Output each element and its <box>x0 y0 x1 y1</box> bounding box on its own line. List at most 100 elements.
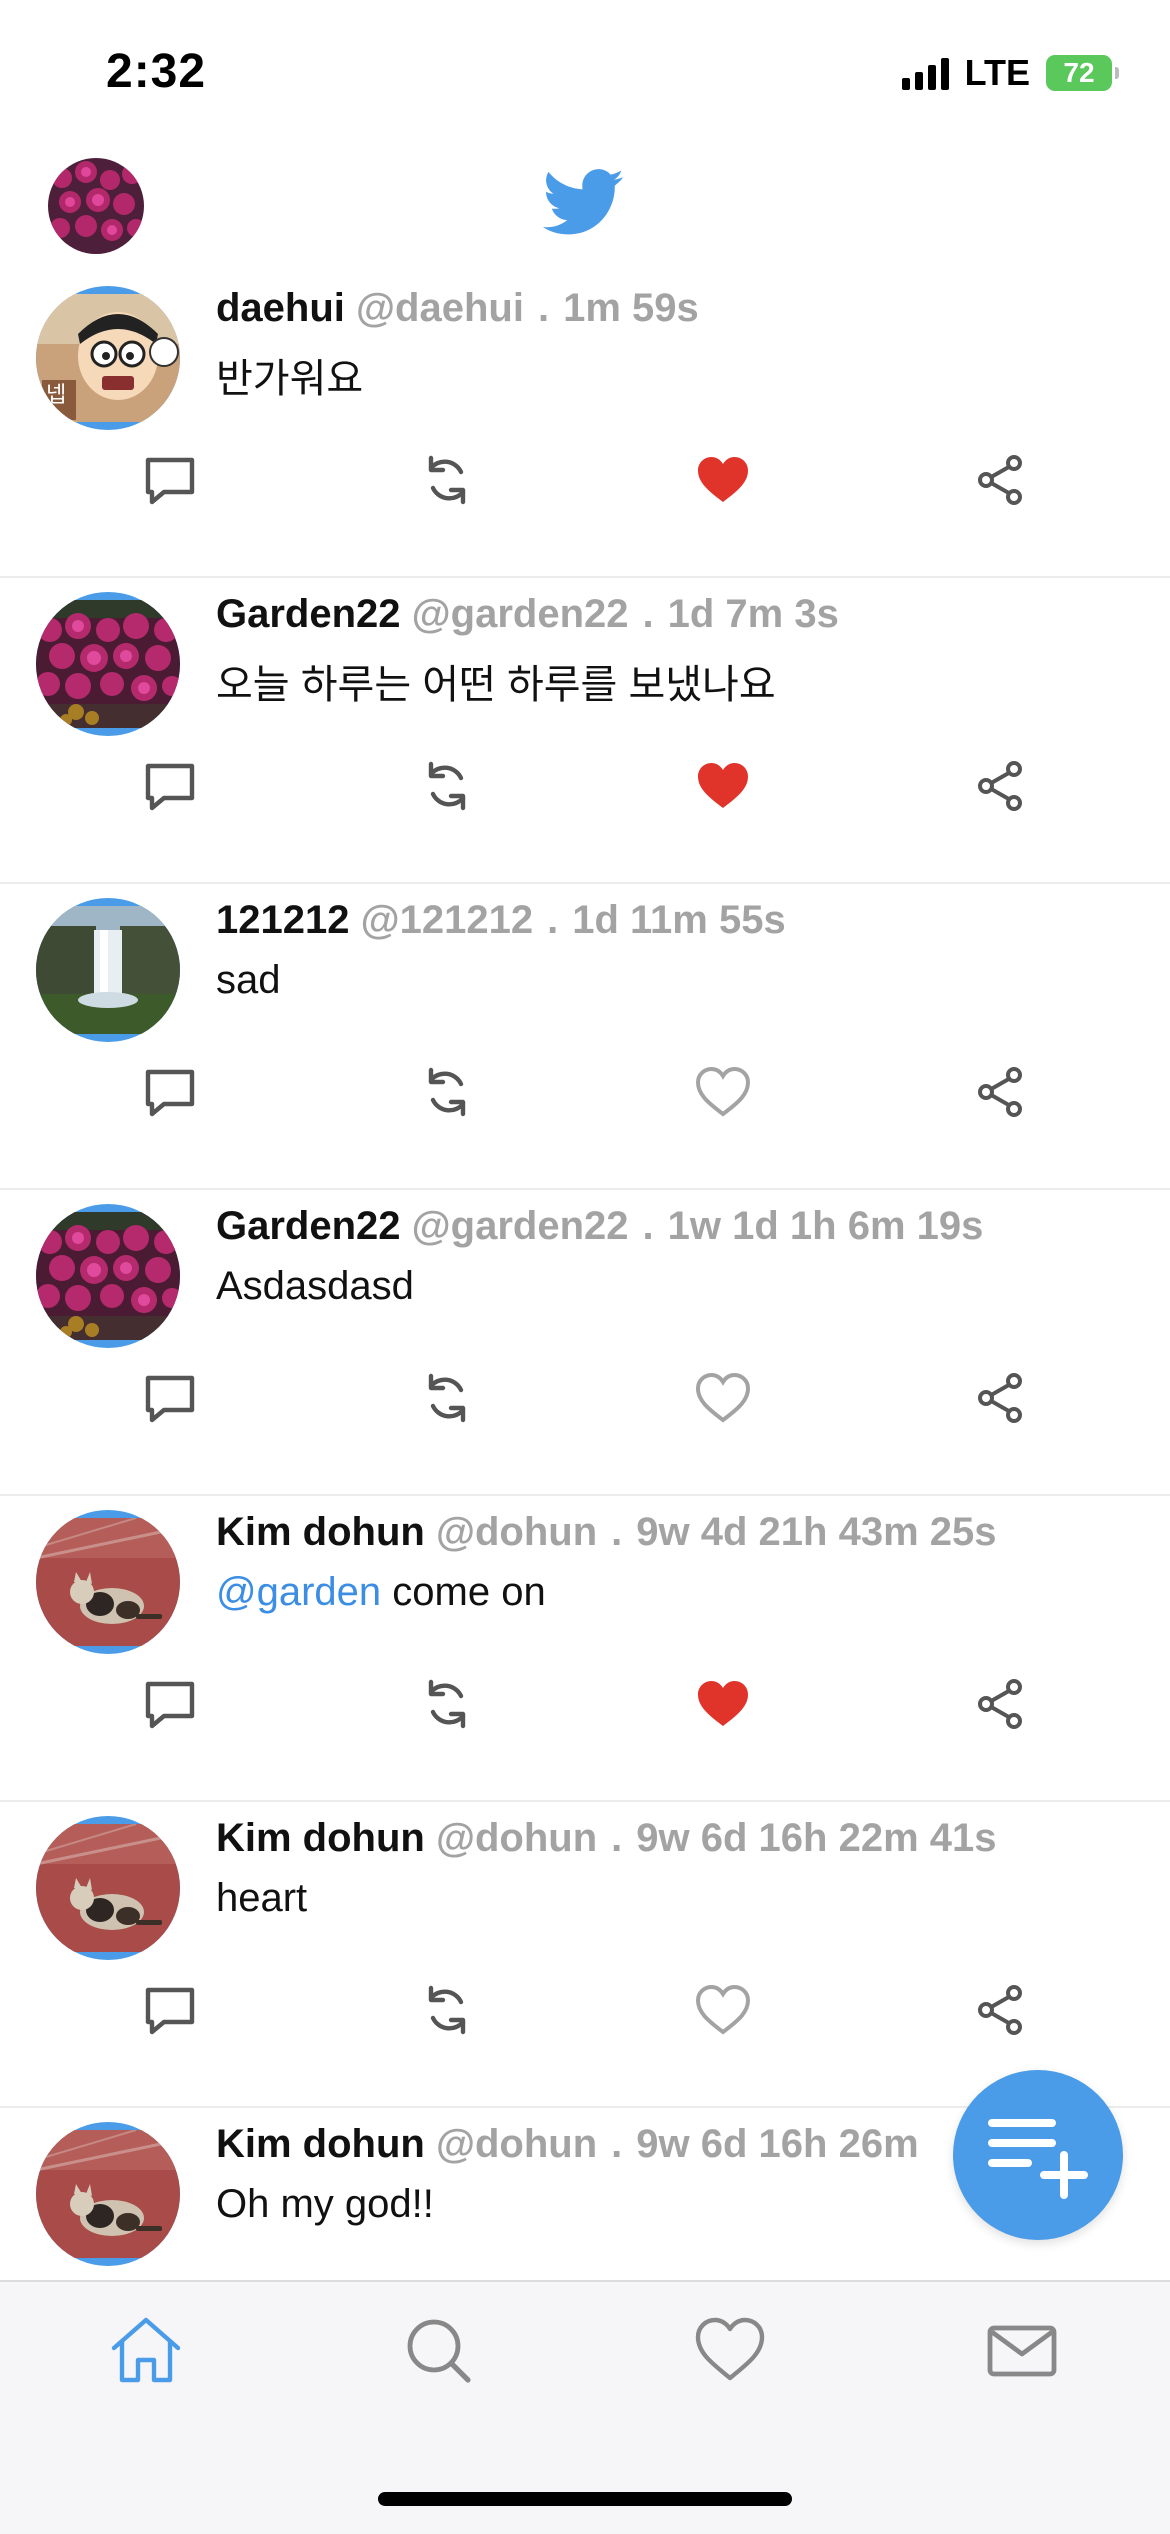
meta-separator: . <box>611 2122 623 2166</box>
user-name[interactable]: Garden22 <box>216 1204 401 1248</box>
share-button[interactable] <box>970 1368 1030 1428</box>
tab-home[interactable] <box>106 2310 186 2390</box>
user-name[interactable]: daehui <box>216 286 345 330</box>
like-button[interactable] <box>693 450 753 510</box>
retweet-icon <box>428 761 466 811</box>
tweet-item[interactable]: Kim dohun @dohun. 9w 4d 21h 43m 25s @garde… <box>0 1494 1170 1802</box>
tweet-text-content: 오늘 하루는 어떤 하루를 보냈나요 <box>216 663 776 707</box>
tweet-actions <box>0 1062 1170 1122</box>
like-button[interactable] <box>693 1674 753 1734</box>
battery-level: 72 <box>1063 57 1095 88</box>
tweet-text-content: heart <box>216 1876 308 1920</box>
tweet-feed[interactable]: 넵 daehui @daehui. 1m 59s 반가워요 Garden22 @gard… <box>0 270 1170 2266</box>
tweet-timestamp: 1w 1d 1h 6m 19s <box>667 1204 984 1248</box>
tweet-item[interactable]: Garden22 @garden22. 1d 7m 3s 오늘 하루는 어떤 하루를… <box>0 576 1170 884</box>
tab-messages[interactable] <box>982 2310 1062 2390</box>
heart-filled-icon <box>698 763 748 808</box>
user-name[interactable]: 121212 <box>216 898 349 942</box>
mention-link[interactable]: @garden <box>216 1570 381 1614</box>
tweet-actions <box>0 1674 1170 1734</box>
retweet-icon <box>428 1985 466 2035</box>
retweet-button[interactable] <box>417 1674 477 1734</box>
network-type: LTE <box>964 52 1030 93</box>
tweet-header: Garden22 @garden22. 1d 7m 3s <box>216 592 839 637</box>
retweet-button[interactable] <box>417 450 477 510</box>
meta-separator: . <box>642 1204 654 1248</box>
share-button[interactable] <box>970 1674 1030 1734</box>
compose-tweet-button[interactable] <box>953 2070 1123 2240</box>
twitter-bird-icon <box>543 169 624 235</box>
heart-filled-icon <box>698 1681 748 1726</box>
tweet-timestamp: 1d 7m 3s <box>667 592 839 636</box>
search-icon <box>407 2319 471 2383</box>
tweet-text: @garden come on <box>216 1570 546 1615</box>
home-indicator[interactable] <box>378 2492 792 2506</box>
tab-likes[interactable] <box>690 2310 770 2390</box>
cellular-signal-icon <box>901 56 949 90</box>
user-handle[interactable]: @dohun <box>436 2122 597 2166</box>
tweet-item[interactable]: 넵 daehui @daehui. 1m 59s 반가워요 <box>0 270 1170 578</box>
reply-button[interactable] <box>140 756 200 816</box>
like-button[interactable] <box>693 1062 753 1122</box>
user-handle[interactable]: @garden22 <box>412 1204 629 1248</box>
tweet-item[interactable]: Kim dohun @dohun. 9w 6d 16h 22m 41s heart <box>0 1800 1170 2108</box>
reply-button[interactable] <box>140 1674 200 1734</box>
like-button[interactable] <box>693 1368 753 1428</box>
user-avatar[interactable] <box>36 1204 180 1348</box>
svg-text:넵: 넵 <box>46 383 66 408</box>
tweet-text-content: 반가워요 <box>216 357 364 401</box>
user-name[interactable]: Garden22 <box>216 592 401 636</box>
comment-icon <box>145 1375 195 1423</box>
meta-separator: . <box>537 286 550 330</box>
tab-search[interactable] <box>398 2310 478 2390</box>
user-handle[interactable]: @121212 <box>361 898 533 942</box>
reply-button[interactable] <box>140 1062 200 1122</box>
tweet-item[interactable]: Garden22 @garden22. 1w 1d 1h 6m 19s Asdasd… <box>0 1188 1170 1496</box>
user-avatar[interactable] <box>36 1510 180 1654</box>
battery-icon: 72 <box>1046 55 1119 91</box>
tweet-actions <box>0 1980 1170 2040</box>
retweet-button[interactable] <box>417 756 477 816</box>
heart-outline-icon <box>695 1066 751 1117</box>
tweet-text-content: Asdasdasd <box>216 1264 414 1308</box>
user-handle[interactable]: @garden22 <box>412 592 629 636</box>
reply-button[interactable] <box>140 1980 200 2040</box>
share-button[interactable] <box>970 1980 1030 2040</box>
retweet-button[interactable] <box>417 1368 477 1428</box>
user-avatar[interactable] <box>36 898 180 1042</box>
retweet-button[interactable] <box>417 1980 477 2040</box>
share-button[interactable] <box>970 450 1030 510</box>
tweet-text-content: come on <box>381 1570 546 1614</box>
tweet-item[interactable]: 121212 @121212. 1d 11m 55s sad <box>0 882 1170 1190</box>
tweet-header: daehui @daehui. 1m 59s <box>216 286 699 331</box>
user-avatar[interactable] <box>36 1816 180 1960</box>
user-name[interactable]: Kim dohun <box>216 1510 425 1554</box>
status-bar: 2:32 LTE 72 <box>0 0 1170 140</box>
retweet-button[interactable] <box>417 1062 477 1122</box>
user-avatar[interactable] <box>36 592 180 736</box>
profile-avatar[interactable] <box>48 158 144 254</box>
share-button[interactable] <box>970 1062 1030 1122</box>
user-handle[interactable]: @dohun <box>436 1510 597 1554</box>
user-handle[interactable]: @dohun <box>436 1816 597 1860</box>
tweet-actions <box>0 1368 1170 1428</box>
tweet-timestamp: 9w 4d 21h 43m 25s <box>636 1510 997 1554</box>
user-handle[interactable]: @daehui <box>356 286 524 330</box>
like-button[interactable] <box>693 1980 753 2040</box>
share-button[interactable] <box>970 756 1030 816</box>
share-icon <box>978 1373 1022 1423</box>
heart-filled-icon <box>698 457 748 502</box>
user-name[interactable]: Kim dohun <box>216 2122 425 2166</box>
tweet-header: 121212 @121212. 1d 11m 55s <box>216 898 786 943</box>
reply-button[interactable] <box>140 1368 200 1428</box>
tweet-text: sad <box>216 958 281 1003</box>
tweet-text-content: Oh my god!! <box>216 2182 434 2226</box>
status-indicators: LTE 72 <box>901 52 1119 94</box>
tweet-actions <box>0 450 1170 510</box>
user-name[interactable]: Kim dohun <box>216 1816 425 1860</box>
like-button[interactable] <box>693 756 753 816</box>
reply-button[interactable] <box>140 450 200 510</box>
comment-icon <box>145 1069 195 1117</box>
user-avatar[interactable] <box>36 2122 180 2266</box>
user-avatar[interactable]: 넵 <box>36 286 180 430</box>
